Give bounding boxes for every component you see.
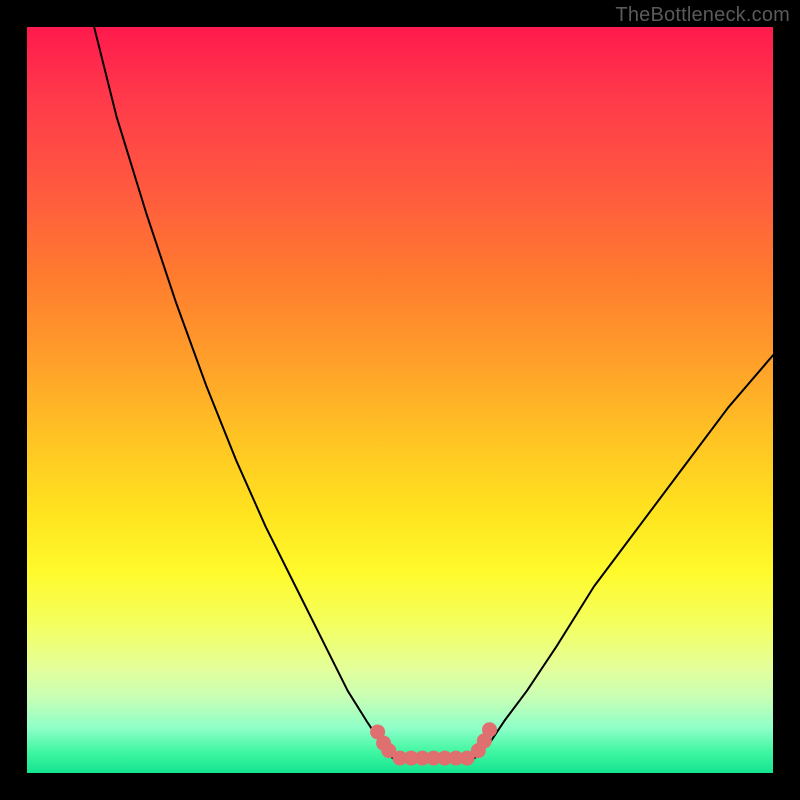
chart-svg xyxy=(27,27,773,773)
series-group xyxy=(94,27,773,758)
series-right-curve xyxy=(475,355,773,758)
chart-frame: TheBottleneck.com xyxy=(0,0,800,800)
watermark-label: TheBottleneck.com xyxy=(615,4,790,27)
marker-group xyxy=(370,722,497,765)
plot-area xyxy=(27,27,773,773)
series-left-curve xyxy=(94,27,392,758)
valley-dot xyxy=(482,722,497,737)
